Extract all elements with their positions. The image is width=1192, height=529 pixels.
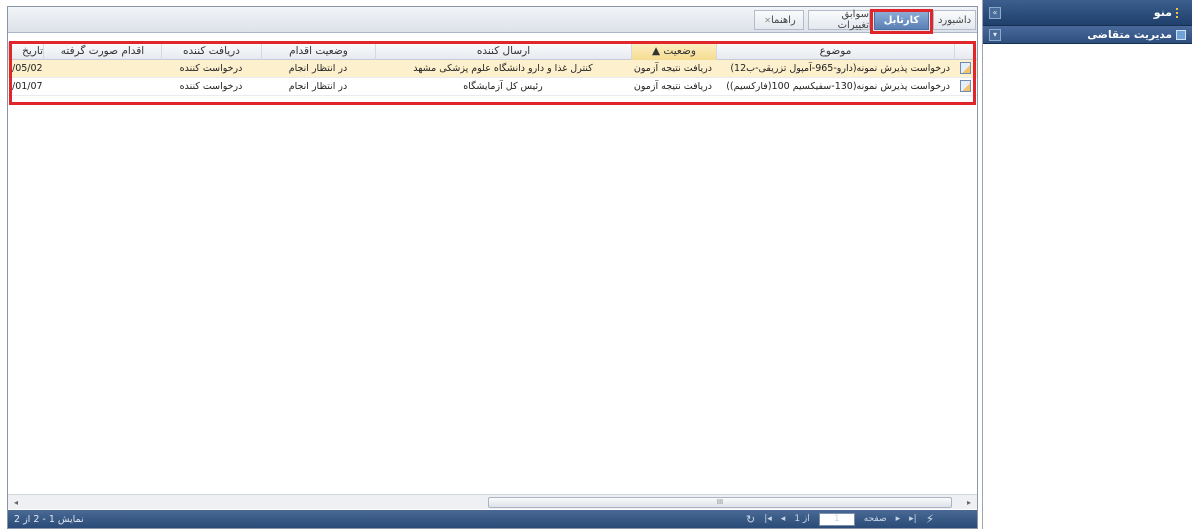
tab-change-history[interactable]: سوابق تغییرات: [808, 9, 870, 31]
menu-title: منو: [1153, 6, 1172, 19]
main-panel: داشبورد کارتابل سوابق تغییرات راهنما ✕ م…: [7, 6, 978, 529]
page-number-input[interactable]: 1: [818, 512, 855, 526]
cell-status: دریافت نتیجه آزمون: [633, 80, 712, 92]
column-header-action-status[interactable]: وضعیت اقدام: [261, 41, 375, 60]
scroll-right-icon[interactable]: ▸: [963, 497, 975, 508]
cartable-grid: موضوع وضعیت ▲ ارسال کننده وضعیت اقدام در…: [8, 41, 977, 492]
chevron-down-icon[interactable]: ▾: [989, 28, 1001, 41]
refresh-icon[interactable]: ↻: [746, 513, 755, 526]
applicant-management-title: مدیریت متقاضی: [1087, 28, 1172, 41]
cell-action-status: در انتظار انجام: [288, 62, 348, 74]
menu-icon: [1176, 7, 1186, 18]
next-page-icon[interactable]: ▸: [896, 514, 901, 524]
paging-info: نمایش 1 - 2 از 2: [14, 513, 84, 525]
cell-action-status: در انتظار انجام: [288, 80, 348, 92]
tab-dashboard[interactable]: داشبورد: [933, 10, 976, 30]
tab-cartable[interactable]: کارتابل: [874, 10, 929, 30]
tab-help[interactable]: راهنما ✕: [754, 10, 804, 30]
cell-sender: کنترل غذا و دارو دانشگاه علوم پزشکی مشهد: [413, 62, 593, 74]
column-header-action-done[interactable]: اقدام صورت گرفته: [43, 41, 161, 60]
document-icon: [954, 78, 977, 96]
page-label: صفحه: [863, 514, 887, 524]
menu-header[interactable]: منو »: [983, 0, 1192, 26]
tab-label: داشبورد: [937, 14, 972, 26]
scroll-thumb[interactable]: III: [488, 497, 952, 508]
column-header-subject[interactable]: موضوع: [716, 41, 954, 60]
page-of-label: از 1: [794, 514, 810, 524]
column-header-receiver[interactable]: دریافت کننده: [161, 41, 261, 60]
pager-bar: نمایش 1 - 2 از 2 ↻ |◂ ◂ از 1 1 صفحه ▸ ▸|…: [8, 510, 977, 528]
cell-sender: رئیس کل آزمایشگاه: [463, 80, 543, 92]
horizontal-scrollbar[interactable]: ◂ III ▸: [8, 494, 977, 509]
icon-column-header: [954, 41, 977, 60]
table-row[interactable]: درخواست پذیرش نمونه(دارو-965-آمپول تزریق…: [8, 60, 977, 78]
column-header-sender[interactable]: ارسال کننده: [375, 41, 631, 60]
table-row[interactable]: درخواست پذیرش نمونه(130-سفیکسیم 100(فارک…: [8, 78, 977, 96]
last-page-icon[interactable]: ▸|: [909, 514, 917, 524]
scroll-grip: III: [716, 498, 724, 506]
document-icon: [954, 60, 977, 78]
column-header-status[interactable]: وضعیت ▲: [631, 41, 716, 60]
first-page-icon[interactable]: |◂: [764, 514, 772, 524]
applicant-management-header[interactable]: مدیریت متقاضی ▾: [983, 26, 1192, 44]
cell-date: /05/02: [12, 62, 43, 74]
cell-date: /01/07: [12, 80, 43, 92]
cell-subject: درخواست پذیرش نمونه(دارو-965-آمپول تزریق…: [730, 62, 950, 74]
cell-action-done: [43, 78, 161, 96]
prev-page-icon[interactable]: ◂: [781, 514, 786, 524]
cell-status: دریافت نتیجه آزمون: [633, 62, 712, 74]
folder-icon: [1176, 29, 1186, 40]
tab-label: سوابق تغییرات: [837, 9, 869, 31]
cell-subject: درخواست پذیرش نمونه(130-سفیکسیم 100(فارک…: [726, 80, 950, 92]
tab-label: کارتابل: [883, 14, 920, 26]
side-menu-panel: منو » مدیریت متقاضی ▾: [982, 0, 1192, 529]
scroll-left-icon[interactable]: ◂: [10, 497, 22, 508]
pager-controls: ↻ |◂ ◂ از 1 1 صفحه ▸ ▸| ⚡: [746, 512, 934, 526]
cell-action-done: [43, 60, 161, 78]
tab-label: راهنما: [770, 14, 796, 26]
cell-receiver: درخواست کننده: [179, 62, 243, 74]
column-header-date[interactable]: تاریخ: [8, 41, 43, 60]
tab-bar: داشبورد کارتابل سوابق تغییرات راهنما ✕: [8, 7, 977, 33]
cell-receiver: درخواست کننده: [179, 80, 243, 92]
grid-header: موضوع وضعیت ▲ ارسال کننده وضعیت اقدام در…: [8, 41, 977, 60]
lightning-icon[interactable]: ⚡: [926, 512, 934, 526]
close-icon[interactable]: ✕: [764, 16, 771, 25]
double-chevron-icon[interactable]: »: [989, 6, 1001, 19]
